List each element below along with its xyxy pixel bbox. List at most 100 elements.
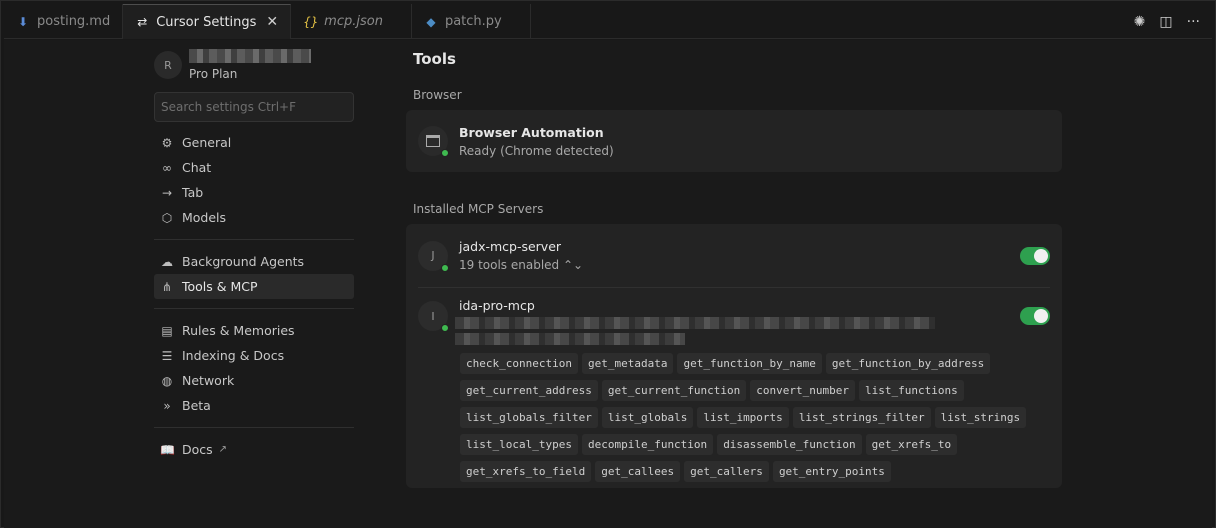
book-icon: 📖	[160, 442, 175, 457]
tool-chip[interactable]: get_callees	[595, 461, 681, 482]
tools-enabled-dropdown[interactable]: 19 tools enabled ⌃⌄	[459, 258, 583, 272]
search-settings-input[interactable]: Search settings Ctrl+F	[154, 92, 354, 122]
tab-cursor-settings[interactable]: ⇄ Cursor Settings ✕	[123, 4, 292, 39]
nav-item-general[interactable]: ⚙ General	[154, 130, 354, 155]
redacted-description	[455, 333, 685, 345]
avatar: R	[154, 51, 182, 79]
editor-actions: ✺ ◫ ···	[1134, 4, 1200, 39]
server-toggle-ida[interactable]	[1020, 307, 1050, 325]
nav-item-rules-memories[interactable]: ▤ Rules & Memories	[154, 318, 354, 343]
nav-item-beta[interactable]: » Beta	[154, 393, 354, 418]
nav-item-label: Docs	[182, 442, 213, 457]
settings-sidebar: R Pro Plan Search settings Ctrl+F ⚙ Gener…	[154, 48, 354, 462]
split-editor-icon[interactable]: ◫	[1159, 14, 1172, 30]
cube-icon: ⬡	[161, 210, 173, 225]
browser-automation-title: Browser Automation	[459, 124, 604, 140]
markdown-icon: ⬇	[17, 14, 29, 29]
nav-divider	[154, 308, 354, 309]
tool-chip[interactable]: list_strings	[934, 407, 1027, 428]
nav-item-label: Models	[182, 210, 227, 225]
nav-item-label: Network	[182, 373, 235, 388]
tab-patch-py[interactable]: ◆ patch.py	[412, 4, 531, 39]
server-letter: J	[431, 249, 435, 262]
double-chevron-icon: »	[163, 398, 171, 413]
clipboard-icon: ▤	[161, 323, 173, 338]
nav-item-tools-mcp[interactable]: ⋔ Tools & MCP	[154, 274, 354, 299]
server-avatar: I	[418, 301, 449, 332]
external-link-icon: ↗	[218, 444, 228, 455]
redacted-email	[189, 49, 311, 63]
nav-item-indexing-docs[interactable]: ☰ Indexing & Docs	[154, 343, 354, 368]
server-avatar: J	[418, 240, 449, 272]
server-name: ida-pro-mcp	[459, 298, 535, 313]
tools-panel: Tools Browser Browser Automation Ready (…	[406, 48, 1062, 488]
nav-divider	[154, 239, 354, 240]
settings-sliders-icon: ⇄	[137, 15, 148, 29]
mcp-server-row-jadx: J jadx-mcp-server 19 tools enabled ⌃⌄	[406, 224, 1062, 287]
nav-divider	[154, 427, 354, 428]
plan-label: Pro Plan	[189, 67, 238, 81]
tool-chip[interactable]: disassemble_function	[717, 434, 862, 455]
tool-chip[interactable]: get_function_by_name	[677, 353, 822, 374]
browser-status: Ready (Chrome detected)	[459, 143, 614, 158]
settings-nav: ⚙ General ∞ Chat → Tab ⬡ Models ☁ Background …	[154, 130, 354, 462]
tab-mcp-json[interactable]: {} mcp.json	[291, 4, 412, 39]
tool-chip[interactable]: list_functions	[859, 380, 964, 401]
nav-item-label: Chat	[182, 160, 212, 175]
editor-tab-bar: ⬇ posting.md ⇄ Cursor Settings ✕ {} mcp.…	[4, 4, 1212, 39]
more-actions-icon[interactable]: ···	[1187, 14, 1200, 30]
cloud-icon: ☁	[161, 254, 173, 269]
tool-chip[interactable]: list_globals_filter	[460, 407, 598, 428]
browser-card: Browser Automation Ready (Chrome detecte…	[406, 110, 1062, 172]
tab-label: Cursor Settings	[156, 14, 257, 30]
nav-item-label: Background Agents	[182, 254, 305, 269]
tool-chip[interactable]: get_xrefs_to_field	[460, 461, 592, 482]
server-name: jadx-mcp-server	[459, 239, 562, 254]
tool-chip[interactable]: list_globals	[601, 407, 694, 428]
section-label-browser: Browser	[413, 88, 462, 102]
database-icon: ☰	[161, 348, 173, 363]
redacted-description	[455, 317, 935, 329]
gear-icon: ⚙	[161, 135, 173, 150]
tool-chip[interactable]: get_function_by_address	[825, 353, 991, 374]
mcp-server-row-ida: I ida-pro-mcp	[406, 288, 1062, 345]
tool-chip[interactable]: get_metadata	[581, 353, 674, 374]
tool-chip[interactable]: get_callers	[684, 461, 769, 482]
toggle-knob	[1034, 248, 1048, 263]
tool-chip[interactable]: convert_number	[750, 380, 856, 401]
tool-chip[interactable]: list_local_types	[460, 434, 578, 455]
tool-chip[interactable]: list_strings_filter	[792, 407, 931, 428]
json-icon: {}	[303, 14, 319, 29]
browser-automation-row[interactable]: Browser Automation Ready (Chrome detecte…	[406, 110, 1062, 172]
close-icon[interactable]: ✕	[266, 14, 278, 30]
status-dot	[441, 149, 449, 157]
nav-item-tab[interactable]: → Tab	[154, 180, 354, 205]
tool-chip[interactable]: get_xrefs_to	[865, 434, 958, 455]
openai-icon[interactable]: ✺	[1134, 14, 1146, 30]
server-toggle-jadx[interactable]	[1020, 246, 1050, 265]
nav-item-label: Rules & Memories	[182, 323, 295, 338]
tab-posting-md[interactable]: ⬇ posting.md	[4, 4, 124, 39]
nav-item-docs[interactable]: 📖 Docs ↗	[154, 437, 354, 462]
tool-chip[interactable]: check_connection	[460, 353, 578, 374]
server-letter: I	[431, 309, 435, 323]
tool-chip[interactable]: decompile_function	[581, 434, 714, 455]
python-icon: ◆	[426, 14, 436, 29]
nav-item-label: General	[182, 135, 232, 150]
tool-chip[interactable]: get_current_function	[601, 380, 747, 401]
tool-chip[interactable]: list_imports	[697, 407, 789, 428]
tab-label: patch.py	[444, 14, 502, 29]
nav-item-chat[interactable]: ∞ Chat	[154, 155, 354, 180]
mcp-servers-card: J jadx-mcp-server 19 tools enabled ⌃⌄ I …	[406, 224, 1062, 488]
toggle-knob	[1034, 309, 1048, 323]
tool-chip[interactable]: get_current_address	[460, 380, 598, 401]
nav-item-background-agents[interactable]: ☁ Background Agents	[154, 249, 354, 274]
browser-window-icon	[418, 126, 449, 157]
nav-item-label: Tools & MCP	[182, 279, 258, 294]
nav-item-models[interactable]: ⬡ Models	[154, 205, 354, 230]
tool-chip[interactable]: get_entry_points	[772, 461, 891, 482]
infinity-icon: ∞	[162, 160, 172, 175]
section-label-mcp: Installed MCP Servers	[413, 202, 544, 216]
nav-item-network[interactable]: ◍ Network	[154, 368, 354, 393]
nav-item-label: Indexing & Docs	[182, 348, 285, 363]
